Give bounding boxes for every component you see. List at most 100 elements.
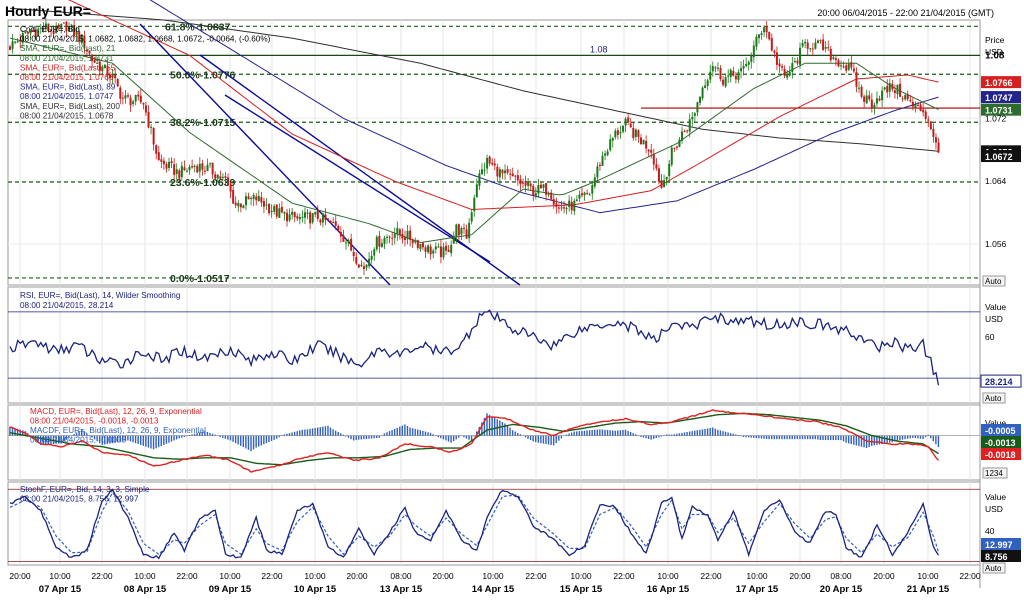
candle-body: [824, 46, 827, 49]
macd-histogram-bar: [904, 435, 906, 440]
macd-histogram-bar: [840, 435, 842, 441]
candle-body: [155, 145, 158, 154]
candle-body: [657, 168, 660, 182]
candle-body: [675, 146, 678, 148]
candle-body: [909, 100, 912, 102]
candle-body: [752, 45, 755, 58]
x-axis-hour-label: 22:00: [261, 571, 283, 581]
candle-body: [550, 192, 553, 200]
candle-body: [232, 190, 235, 204]
candle-body: [468, 222, 471, 239]
candle-body: [334, 221, 337, 226]
fib-level-label: 0.0%-1.0517: [170, 273, 230, 285]
candle-body: [580, 193, 583, 196]
x-axis-hour-label: 10:00: [657, 571, 679, 581]
candle-body: [165, 164, 168, 169]
macd-histogram-bar: [758, 435, 760, 439]
candle-body: [845, 65, 848, 71]
macd-histogram-bar: [417, 429, 419, 437]
macd-histogram-bar: [614, 430, 616, 437]
candle-body: [793, 61, 796, 63]
candle-body: [162, 160, 165, 165]
candle-body: [252, 194, 255, 199]
candle-body: [883, 87, 886, 90]
candle-body: [639, 137, 642, 145]
candle-body: [904, 95, 907, 100]
candle-body: [570, 201, 573, 211]
candle-body: [224, 176, 227, 178]
candle-body: [439, 246, 442, 258]
candle-body: [722, 79, 725, 85]
macd-histogram-bar: [165, 435, 168, 444]
candle-body: [775, 52, 778, 65]
macd-histogram-bar: [242, 435, 245, 448]
candle-body: [139, 95, 142, 103]
macd-histogram-bar: [229, 435, 232, 441]
price-legend-line: 08:00 21/04/2015, 1.0731: [20, 54, 114, 63]
candle-body: [129, 97, 132, 106]
macd-histogram-bar: [812, 435, 814, 440]
candle-body: [421, 242, 424, 248]
candle-body: [611, 138, 614, 141]
candle-body: [927, 119, 930, 121]
rsi-axis-unit: USD: [985, 314, 1003, 324]
price-legend-line: 08:00 21/04/2015, 1.0766: [20, 73, 114, 82]
candle-body: [121, 97, 124, 99]
candle-body: [899, 83, 902, 97]
candle-body: [406, 230, 409, 240]
macd-histogram-bar: [696, 430, 699, 437]
macd-histogram-bar: [458, 435, 460, 438]
candle-body: [219, 176, 222, 179]
candle-body: [545, 183, 548, 195]
candle-body: [924, 111, 927, 119]
macd-histogram-bar: [222, 435, 224, 438]
candle-body: [393, 233, 396, 238]
candle-body: [711, 66, 714, 72]
candle-body: [578, 194, 581, 199]
macd-histogram-bar: [896, 435, 899, 441]
candle-body: [732, 70, 735, 76]
macd-histogram-bar: [583, 430, 586, 437]
macd-legend-line: MACDF, EUR=, Bid(Last), 12, 26, 9, Expon…: [30, 426, 206, 435]
candle-body: [175, 169, 178, 174]
candle-body: [452, 235, 455, 244]
candle-body: [362, 266, 365, 270]
candle-body: [144, 105, 147, 113]
candle-body: [119, 87, 122, 99]
macd-histogram-bar: [411, 428, 414, 437]
candle-body: [211, 162, 214, 175]
x-axis-hour-label: 10:00: [304, 571, 326, 581]
candle-body: [455, 224, 458, 237]
candle-body: [178, 170, 181, 179]
macd-histogram-bar: [301, 429, 304, 437]
macd-histogram-bar: [363, 435, 365, 440]
macd-histogram-bar: [653, 435, 655, 439]
macd-histogram-bar: [324, 426, 327, 437]
macd-histogram-bar: [794, 435, 796, 440]
macd-histogram-bar: [622, 430, 624, 437]
candle-body: [598, 164, 601, 166]
macd-legend-line: 08:00 21/04/2015, -0.0018, -0.0013: [30, 417, 159, 426]
candle-body: [563, 207, 566, 209]
macd-histogram-bar: [604, 429, 606, 437]
candle-body: [619, 132, 622, 134]
candle-body: [606, 151, 609, 155]
candle-body: [319, 219, 322, 223]
candle-body: [829, 48, 832, 61]
candle-body: [157, 152, 160, 161]
candle-body: [491, 162, 494, 165]
candle-body: [670, 147, 673, 165]
macd-histogram-bar: [181, 435, 183, 438]
candle-body: [809, 48, 812, 50]
macd-histogram-bar: [157, 435, 160, 448]
macd-histogram-bar: [842, 435, 845, 442]
candle-body: [573, 200, 576, 212]
candle-body: [624, 118, 627, 126]
price-legend-line: 08:00 21/04/2015, 1.0682, 1.0682, 1.0668…: [20, 35, 271, 44]
candle-body: [811, 48, 814, 50]
macd-histogram-bar: [899, 435, 901, 441]
candle-body: [796, 60, 799, 64]
candle-body: [522, 182, 524, 184]
macd-histogram-bar: [783, 435, 786, 440]
candle-body: [714, 67, 717, 69]
